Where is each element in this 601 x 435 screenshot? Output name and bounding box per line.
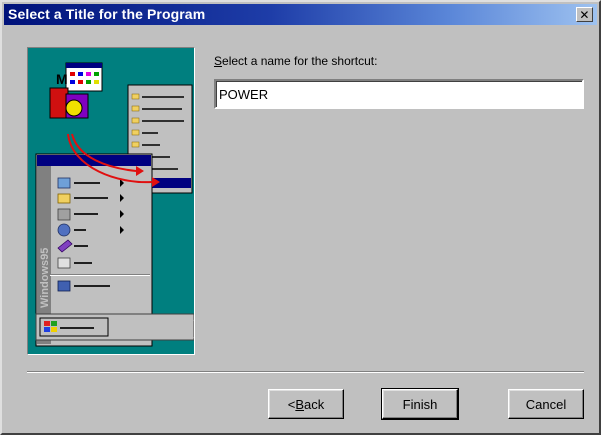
back-label: ack <box>304 396 325 412</box>
shortcut-name-input[interactable] <box>214 79 584 109</box>
back-button[interactable]: < Back <box>268 389 344 419</box>
svg-text:M: M <box>56 71 68 87</box>
back-accesskey: B <box>295 396 305 412</box>
button-separator <box>27 371 584 373</box>
start-button <box>35 313 194 341</box>
close-icon: ✕ <box>579 7 590 22</box>
close-button[interactable]: ✕ <box>576 7 593 22</box>
cancel-button[interactable]: Cancel <box>508 389 584 419</box>
prompt-text: elect a name for the shortcut: <box>222 54 378 68</box>
cancel-label: Cancel <box>525 396 567 412</box>
wizard-dialog: Select a Title for the Program ✕ M Windo… <box>0 0 601 435</box>
wizard-illustration: M Windows95 <box>27 47 195 355</box>
back-prefix: < <box>287 396 296 412</box>
start-menu-illustration: M Windows95 <box>35 62 194 347</box>
program-icon: M <box>49 62 103 119</box>
finish-label: Finish <box>402 396 438 412</box>
windows95-side-label: Windows95 <box>39 248 51 308</box>
finish-button[interactable]: Finish <box>381 388 459 420</box>
title-bar: Select a Title for the Program ✕ <box>4 4 597 25</box>
prompt-accesskey: S <box>214 54 223 68</box>
dialog-title: Select a Title for the Program <box>8 6 206 22</box>
shortcut-name-label: Select a name for the shortcut: <box>214 54 377 68</box>
